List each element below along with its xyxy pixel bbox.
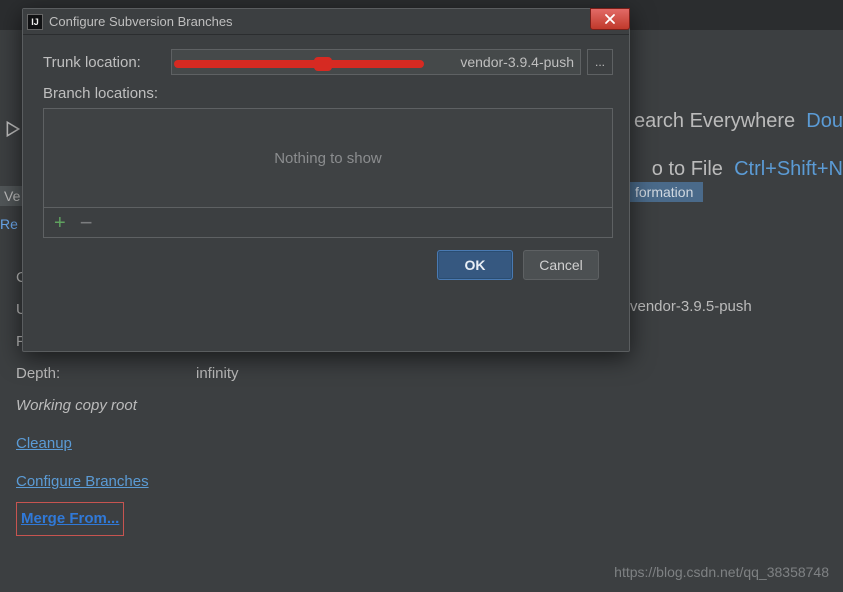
vendor-path-text: vendor-3.9.5-push [630, 298, 752, 315]
merge-from-link[interactable]: Merge From... [21, 503, 119, 535]
depth-value: infinity [196, 358, 239, 390]
remove-branch-button: − [80, 212, 93, 234]
tab-information[interactable]: formation [625, 182, 703, 202]
dialog-body: Trunk location: vendor-3.9.4-push ... Br… [23, 35, 629, 290]
trunk-row: Trunk location: vendor-3.9.4-push ... [43, 49, 613, 75]
depth-label: Depth: [16, 358, 196, 390]
cancel-button[interactable]: Cancel [523, 250, 599, 280]
hint-text: earch Everywhere [634, 110, 795, 132]
add-branch-button[interactable]: + [54, 213, 66, 233]
ok-button[interactable]: OK [437, 250, 513, 280]
dialog-titlebar: IJ Configure Subversion Branches [23, 9, 629, 35]
configure-branches-dialog: IJ Configure Subversion Branches Trunk l… [22, 8, 630, 352]
hint-text: o to File [652, 158, 723, 180]
go-to-file-hint: o to File Ctrl+Shift+N [652, 158, 843, 181]
branch-locations-label: Branch locations: [43, 85, 613, 102]
working-copy-root-label: Working copy root [16, 390, 239, 422]
app-icon: IJ [27, 14, 43, 30]
dialog-title: Configure Subversion Branches [49, 14, 233, 29]
close-icon [604, 13, 616, 25]
trunk-label: Trunk location: [43, 54, 171, 71]
hint-shortcut: Ctrl+Shift+N [734, 158, 843, 180]
browse-trunk-button[interactable]: ... [587, 49, 613, 75]
trunk-location-input[interactable]: vendor-3.9.4-push [171, 49, 581, 75]
cleanup-link[interactable]: Cleanup [16, 428, 72, 460]
branch-locations-list[interactable]: Nothing to show + − [43, 108, 613, 238]
list-toolbar: + − [44, 207, 612, 237]
merge-from-highlight-box: Merge From... [16, 502, 124, 536]
watermark-text: https://blog.csdn.net/qq_38358748 [614, 564, 829, 580]
dialog-button-row: OK Cancel [43, 238, 613, 280]
partial-link-re[interactable]: Re [0, 216, 18, 232]
trunk-value-suffix: vendor-3.9.4-push [460, 54, 574, 70]
empty-list-text: Nothing to show [44, 109, 612, 207]
redaction-mark [174, 60, 424, 68]
search-everywhere-hint: earch Everywhere Dou [634, 110, 843, 133]
hint-shortcut: Dou [806, 110, 843, 132]
close-button[interactable] [590, 8, 630, 30]
configure-branches-link[interactable]: Configure Branches [16, 466, 149, 498]
partial-text-ve: Ve [0, 186, 24, 206]
run-icon[interactable] [4, 120, 22, 138]
